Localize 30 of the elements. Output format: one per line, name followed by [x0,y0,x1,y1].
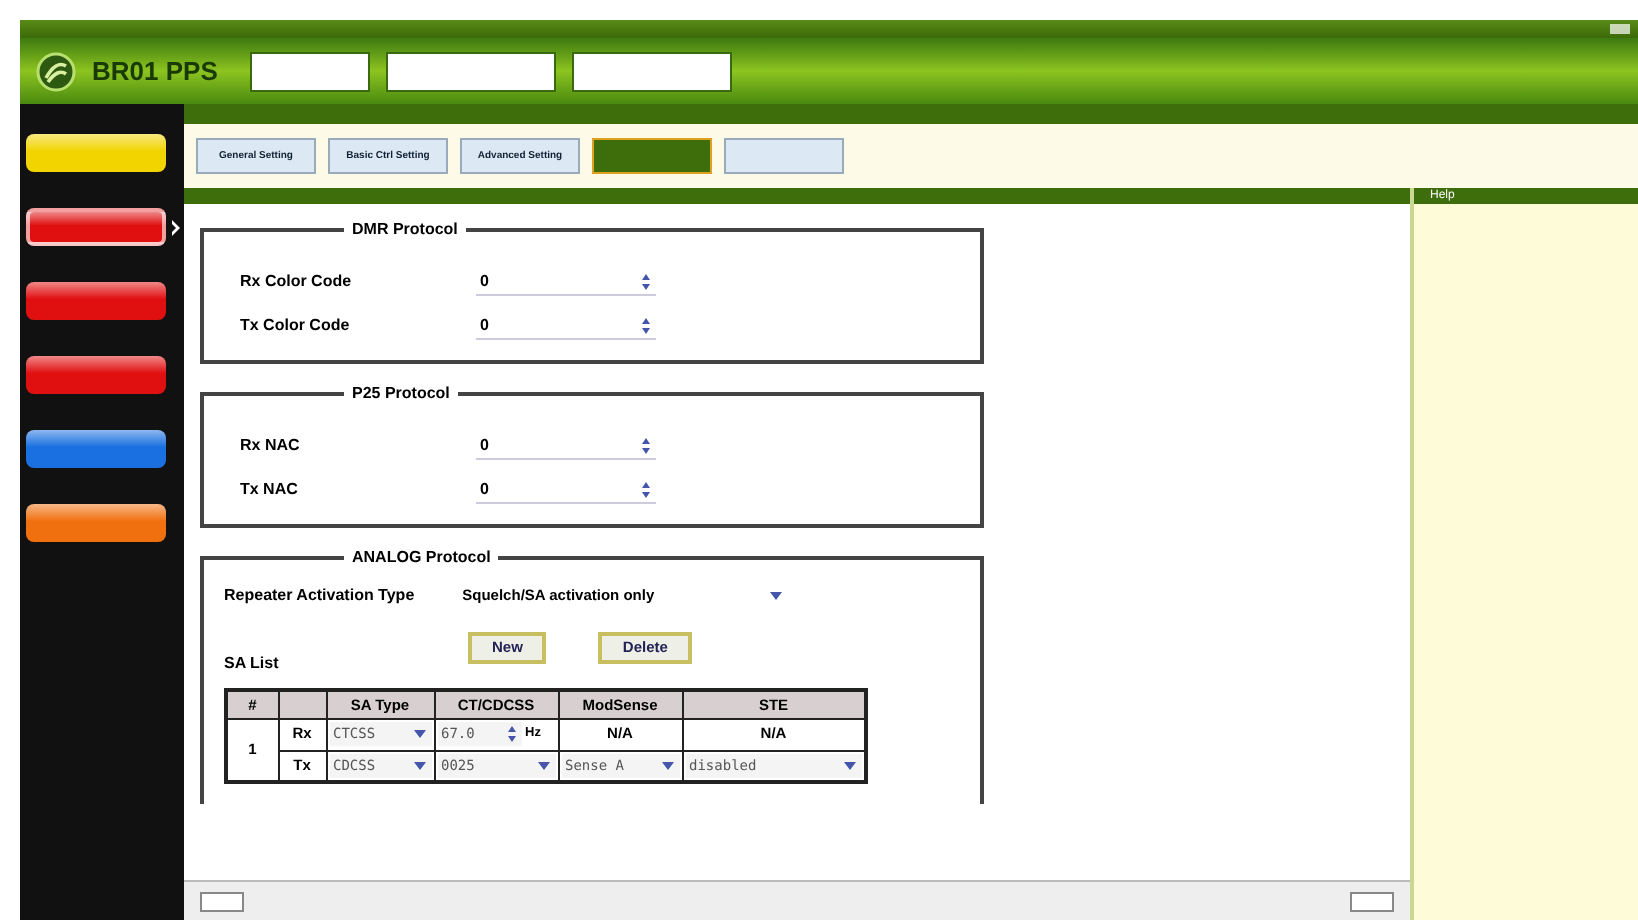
field-value: 0 [480,269,489,293]
sidebar-button[interactable] [26,208,166,246]
dropdown-arrow-icon[interactable] [768,588,785,604]
field-label: Repeater Activation Type [224,584,415,608]
field-value: 0 [480,477,489,501]
spinner-icon[interactable] [640,315,652,335]
chevron-icon [170,217,182,237]
logo-icon [36,51,76,91]
app-name: BR01 PPS [92,53,218,90]
spin-field[interactable]: 0 [476,476,656,504]
info-panel [249,51,370,91]
field-label: Tx NAC [240,478,300,502]
tab[interactable] [592,138,712,174]
field-value: 0 [480,313,489,337]
field-value: 0 [480,433,489,457]
dropdown-arrow-icon[interactable] [659,757,675,774]
spin-field[interactable]: 0 [476,268,656,296]
spinner-icon[interactable] [640,479,652,499]
spin-field[interactable]: 0 [476,312,656,340]
footer-button[interactable] [200,891,244,911]
field-label: Rx NAC [240,434,302,458]
field-label: Tx Color Code [240,314,352,338]
field-label: Rx Color Code [240,270,354,294]
footer-button[interactable] [1350,891,1394,911]
dropdown-arrow-icon[interactable] [535,757,551,774]
dropdown-arrow-icon[interactable] [842,757,858,774]
spinner-icon[interactable] [640,435,652,455]
spinner-icon[interactable] [640,271,652,291]
field-label: SA List [224,652,281,676]
spin-field[interactable]: 0 [476,432,656,460]
